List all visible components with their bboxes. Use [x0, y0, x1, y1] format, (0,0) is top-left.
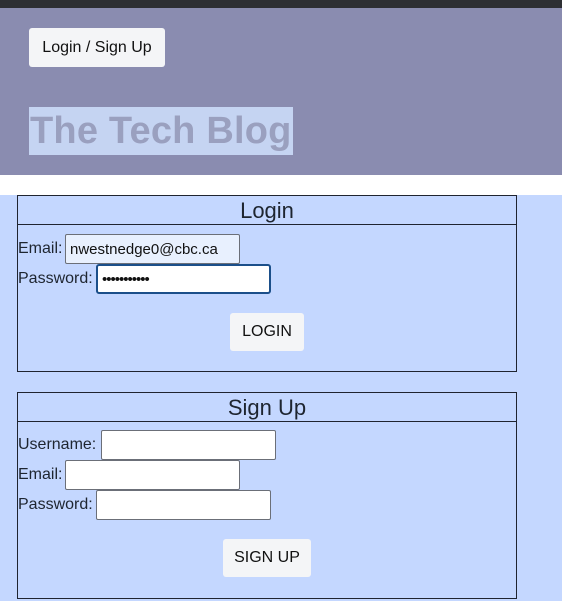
- login-submit-button[interactable]: LOGIN: [230, 313, 304, 351]
- signup-username-input[interactable]: [101, 430, 276, 460]
- login-signup-nav-button[interactable]: Login / Sign Up: [29, 28, 165, 67]
- signup-email-input[interactable]: [65, 460, 240, 490]
- signup-panel: Sign Up Username: Email: Password: SIGN …: [17, 392, 517, 599]
- signup-password-input[interactable]: [96, 490, 271, 520]
- signup-title: Sign Up: [18, 393, 516, 422]
- login-password-input[interactable]: [96, 264, 271, 294]
- login-email-input[interactable]: [65, 234, 240, 264]
- login-password-label: Password:: [18, 270, 93, 287]
- signup-email-label: Email:: [18, 466, 63, 483]
- signup-username-label: Username:: [18, 436, 97, 453]
- header-divider: [0, 175, 562, 195]
- signup-password-label: Password:: [18, 496, 93, 513]
- signup-submit-button[interactable]: SIGN UP: [223, 539, 311, 577]
- browser-top-strip: [0, 0, 562, 8]
- site-title: The Tech Blog: [29, 107, 293, 155]
- login-title: Login: [18, 196, 516, 225]
- login-email-label: Email:: [18, 240, 63, 257]
- site-header: Login / Sign Up The Tech Blog: [0, 8, 562, 175]
- login-panel: Login Email: Password: LOGIN: [17, 195, 517, 372]
